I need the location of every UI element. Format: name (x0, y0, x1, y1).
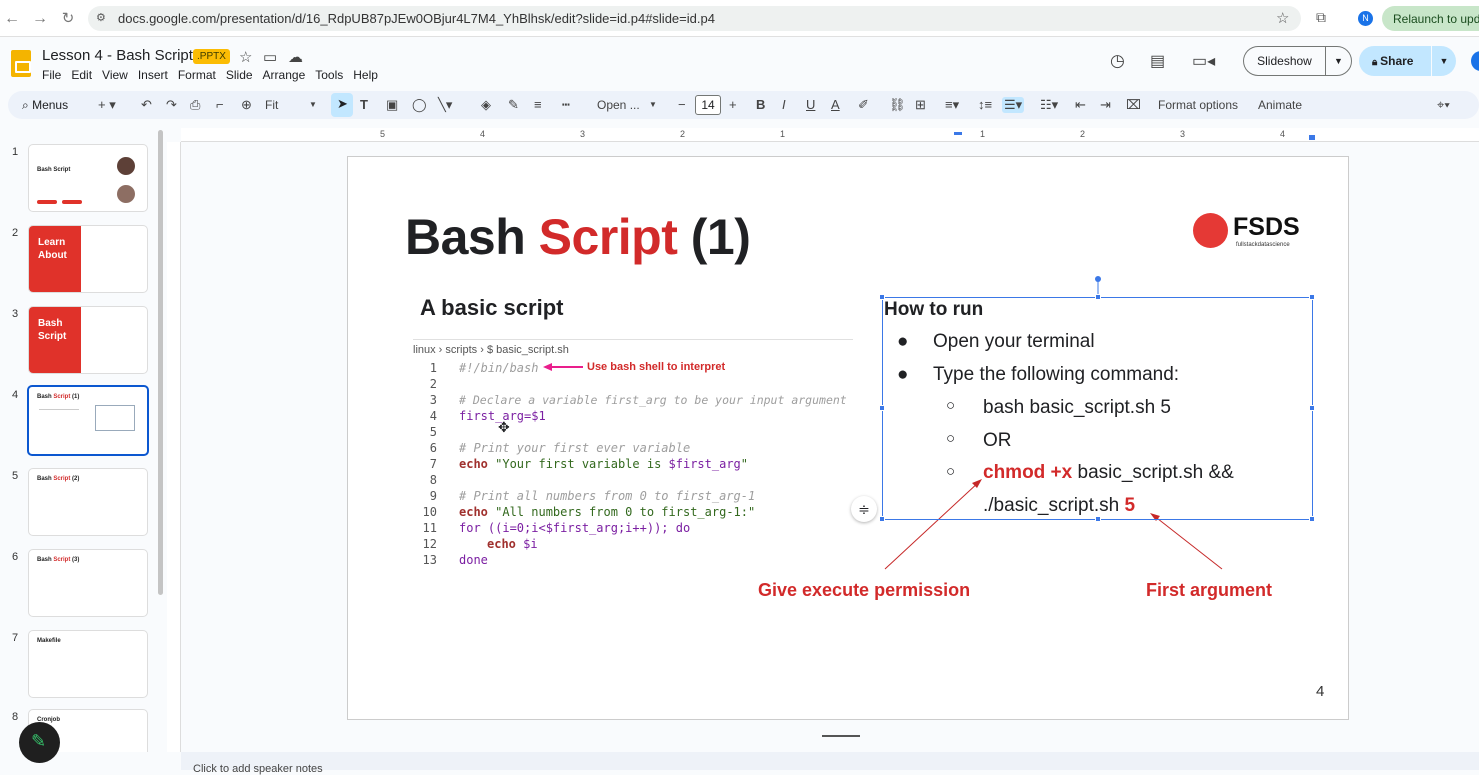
use-bash-annotation[interactable]: Use bash shell to interpret (587, 361, 725, 373)
first-argument-annotation[interactable]: First argument (1146, 580, 1272, 601)
speaker-notes-area[interactable] (181, 752, 1479, 770)
sub-bullet-icon: ○ (946, 397, 956, 414)
resize-handle[interactable] (1095, 294, 1101, 300)
resize-handle[interactable] (1309, 294, 1315, 300)
edit-pen-button[interactable]: ✎ (19, 722, 60, 763)
resize-handle[interactable] (1309, 405, 1315, 411)
argument-value: 5 (1124, 495, 1136, 516)
sub-bullet-continuation: ./basic_script.sh 5 (983, 495, 1135, 517)
resize-handle[interactable] (879, 516, 885, 522)
bullet-dot-icon: ● (897, 364, 909, 385)
command-text: ./basic_script.sh (983, 495, 1125, 516)
slide-page-number: 4 (1316, 683, 1325, 700)
execute-permission-annotation[interactable]: Give execute permission (758, 580, 970, 601)
notes-resize-handle[interactable] (822, 735, 860, 737)
autofit-options-icon[interactable]: ≑ (851, 496, 877, 522)
pen-icon: ✎ (31, 731, 47, 751)
sub-bullet-icon: ○ (946, 463, 956, 480)
sub-bullet-item: bash basic_script.sh 5 (983, 397, 1171, 418)
speaker-notes-placeholder[interactable]: Click to add speaker notes (193, 763, 323, 775)
bullet-item: Open your terminal (933, 331, 1095, 352)
how-to-run-heading: How to run (884, 299, 984, 320)
chmod-command: chmod +x (983, 462, 1073, 483)
resize-handle[interactable] (1309, 516, 1315, 522)
sub-bullet-icon: ○ (946, 430, 956, 447)
bullet-item: Type the following command: (933, 364, 1180, 385)
sub-bullet-item: chmod +x basic_script.sh && (983, 462, 1234, 484)
sub-bullet-item: OR (983, 430, 1012, 451)
resize-handle[interactable] (879, 405, 885, 411)
move-cursor-icon: ✥ (498, 419, 510, 435)
command-text: basic_script.sh && (1072, 462, 1234, 483)
bullet-dot-icon: ● (897, 331, 909, 352)
